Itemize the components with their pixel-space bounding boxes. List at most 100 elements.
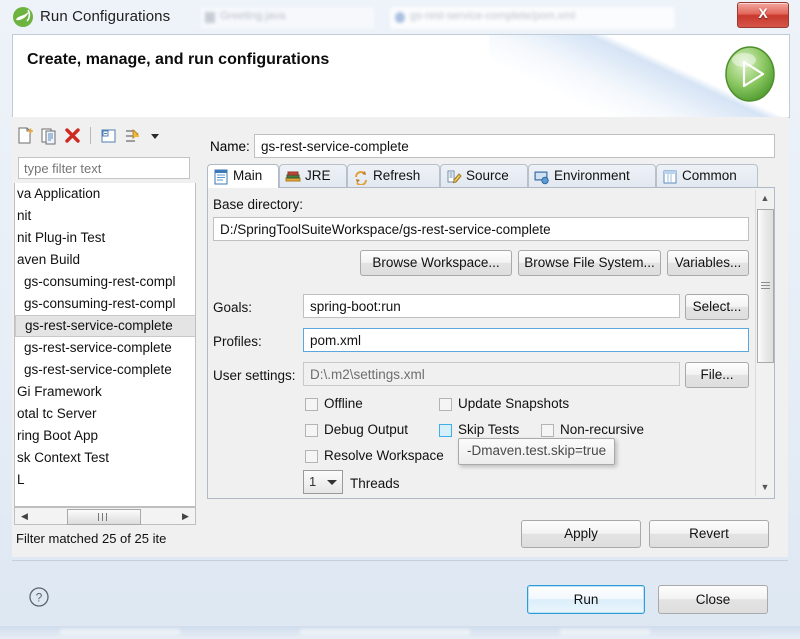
threads-value: 1 (309, 474, 317, 489)
run-button[interactable]: Run (527, 585, 645, 614)
browse-workspace-button[interactable]: Browse Workspace... (360, 250, 512, 276)
threads-combo[interactable]: 1 (303, 470, 343, 494)
scroll-down-arrow-icon[interactable]: ▼ (756, 479, 774, 496)
skip-tests-checkbox[interactable] (439, 424, 452, 437)
variables-button[interactable]: Variables... (667, 250, 749, 276)
tab-jre[interactable]: JRE (279, 164, 347, 188)
profiles-input[interactable] (303, 328, 749, 352)
page-title: Create, manage, and run configurations (27, 51, 330, 68)
non-recursive-checkbox[interactable] (541, 424, 554, 437)
base-directory-label: Base directory: (213, 197, 304, 212)
blur-artifact (60, 629, 180, 635)
tree-item[interactable]: otal tc Server (15, 403, 195, 425)
browse-file-system-button[interactable]: Browse File System... (518, 250, 661, 276)
tree-item[interactable]: gs-rest-service-complete (15, 359, 195, 381)
threads-label: Threads (350, 476, 400, 491)
checkbox-label: Non-recursive (560, 422, 645, 437)
refresh-arrows-icon (353, 169, 369, 186)
horizontal-scroll-thumb[interactable] (67, 509, 141, 525)
view-menu-chevron-down-icon[interactable] (148, 126, 162, 146)
tab-common[interactable]: Common (656, 164, 758, 188)
tree-item[interactable]: va Application (15, 183, 195, 205)
close-button[interactable]: Close (658, 585, 768, 614)
filter-status-text: Filter matched 25 of 25 ite (16, 531, 167, 546)
scroll-up-arrow-icon[interactable]: ▲ (756, 190, 774, 207)
run-configurations-dialog: Greeting.java gs-rest-service-complete/p… (0, 0, 800, 639)
tree-item[interactable]: nit (15, 205, 195, 227)
tab-label: JRE (305, 168, 331, 183)
profiles-label: Profiles: (213, 334, 262, 349)
scroll-right-arrow-icon[interactable]: ▶ (177, 508, 194, 524)
goals-label: Goals: (213, 300, 253, 315)
launch-configuration-tree[interactable]: va Application nit nit Plug-in Test aven… (14, 183, 196, 507)
tree-item[interactable]: aven Build (15, 249, 195, 271)
name-label: Name: (210, 139, 250, 154)
name-input[interactable] (254, 134, 775, 158)
tree-item[interactable]: nit Plug-in Test (15, 227, 195, 249)
tree-item[interactable]: ring Boot App (15, 425, 195, 447)
spring-leaf-icon (12, 6, 34, 28)
tab-refresh[interactable]: Refresh (347, 164, 440, 188)
tab-label: Refresh (373, 168, 421, 183)
select-goals-button[interactable]: Select... (685, 294, 749, 320)
user-settings-file-button[interactable]: File... (685, 362, 749, 388)
chevron-down-icon (327, 480, 337, 485)
update-snapshots-checkbox[interactable] (439, 398, 452, 411)
tree-item[interactable]: gs-consuming-rest-compl (15, 293, 195, 315)
skip-tests-tooltip: -Dmaven.test.skip=true (458, 438, 616, 465)
filter-launch-configurations-icon[interactable] (122, 126, 144, 146)
tree-item[interactable]: gs-rest-service-complete (15, 337, 195, 359)
main-panel-vertical-scrollbar[interactable]: ▲ ▼ (755, 190, 774, 496)
close-window-button[interactable]: X (737, 2, 789, 28)
user-settings-input[interactable] (303, 362, 680, 386)
vertical-scroll-thumb[interactable] (757, 209, 774, 363)
new-launch-configuration-icon[interactable] (14, 126, 36, 146)
footer-separator (12, 560, 788, 561)
help-question-icon[interactable]: ? (28, 586, 50, 608)
resolve-workspace-checkbox[interactable] (305, 450, 318, 463)
common-window-icon (662, 169, 678, 185)
tab-source[interactable]: Source (440, 164, 528, 188)
blur-artifact (560, 629, 650, 635)
revert-button[interactable]: Revert (649, 520, 769, 548)
tab-label: Common (682, 168, 737, 183)
checkbox-label: Debug Output (324, 422, 409, 437)
delete-icon[interactable] (62, 126, 84, 146)
environment-monitor-icon (534, 169, 550, 185)
checkbox-label: Resolve Workspace (324, 448, 444, 463)
duplicate-icon[interactable] (38, 126, 60, 146)
tree-list: va Application nit nit Plug-in Test aven… (15, 183, 195, 491)
checkbox-label: Skip Tests (458, 422, 520, 437)
scroll-grip-icon (98, 513, 110, 521)
tab-environment[interactable]: Environment (528, 164, 656, 188)
checkbox-label: Offline (324, 396, 363, 411)
run-green-play-icon (719, 43, 781, 105)
tree-item[interactable]: gs-consuming-rest-compl (15, 271, 195, 293)
checkbox-label: Update Snapshots (458, 396, 570, 411)
offline-checkbox[interactable] (305, 398, 318, 411)
main-document-icon (213, 169, 229, 185)
tree-item[interactable]: L (15, 469, 195, 491)
window-title: Run Configurations (40, 8, 171, 25)
scroll-left-arrow-icon[interactable]: ◀ (16, 508, 33, 524)
tab-label: Environment (554, 168, 630, 183)
base-directory-input[interactable] (213, 217, 749, 241)
tree-item[interactable]: Gi Framework (15, 381, 195, 403)
tree-item-selected[interactable]: gs-rest-service-complete (15, 315, 195, 337)
collapse-all-icon[interactable] (98, 126, 120, 146)
user-settings-label: User settings: (213, 368, 296, 383)
filter-input[interactable] (18, 157, 190, 179)
goals-input[interactable] (303, 294, 680, 318)
close-icon: X (758, 5, 768, 21)
blur-artifact (300, 629, 470, 635)
dialog-banner: Create, manage, and run configurations (12, 34, 790, 118)
apply-button[interactable]: Apply (521, 520, 641, 548)
tab-main[interactable]: Main (207, 164, 279, 188)
tree-horizontal-scrollbar[interactable]: ◀ ▶ (14, 507, 196, 525)
scroll-grip-icon (761, 282, 770, 290)
tab-label: Main (233, 168, 263, 183)
debug-output-checkbox[interactable] (305, 424, 318, 437)
config-tabs: Main JRE Refresh Source Environment Comm… (207, 164, 775, 188)
source-pencil-icon (446, 169, 462, 185)
tree-item[interactable]: sk Context Test (15, 447, 195, 469)
